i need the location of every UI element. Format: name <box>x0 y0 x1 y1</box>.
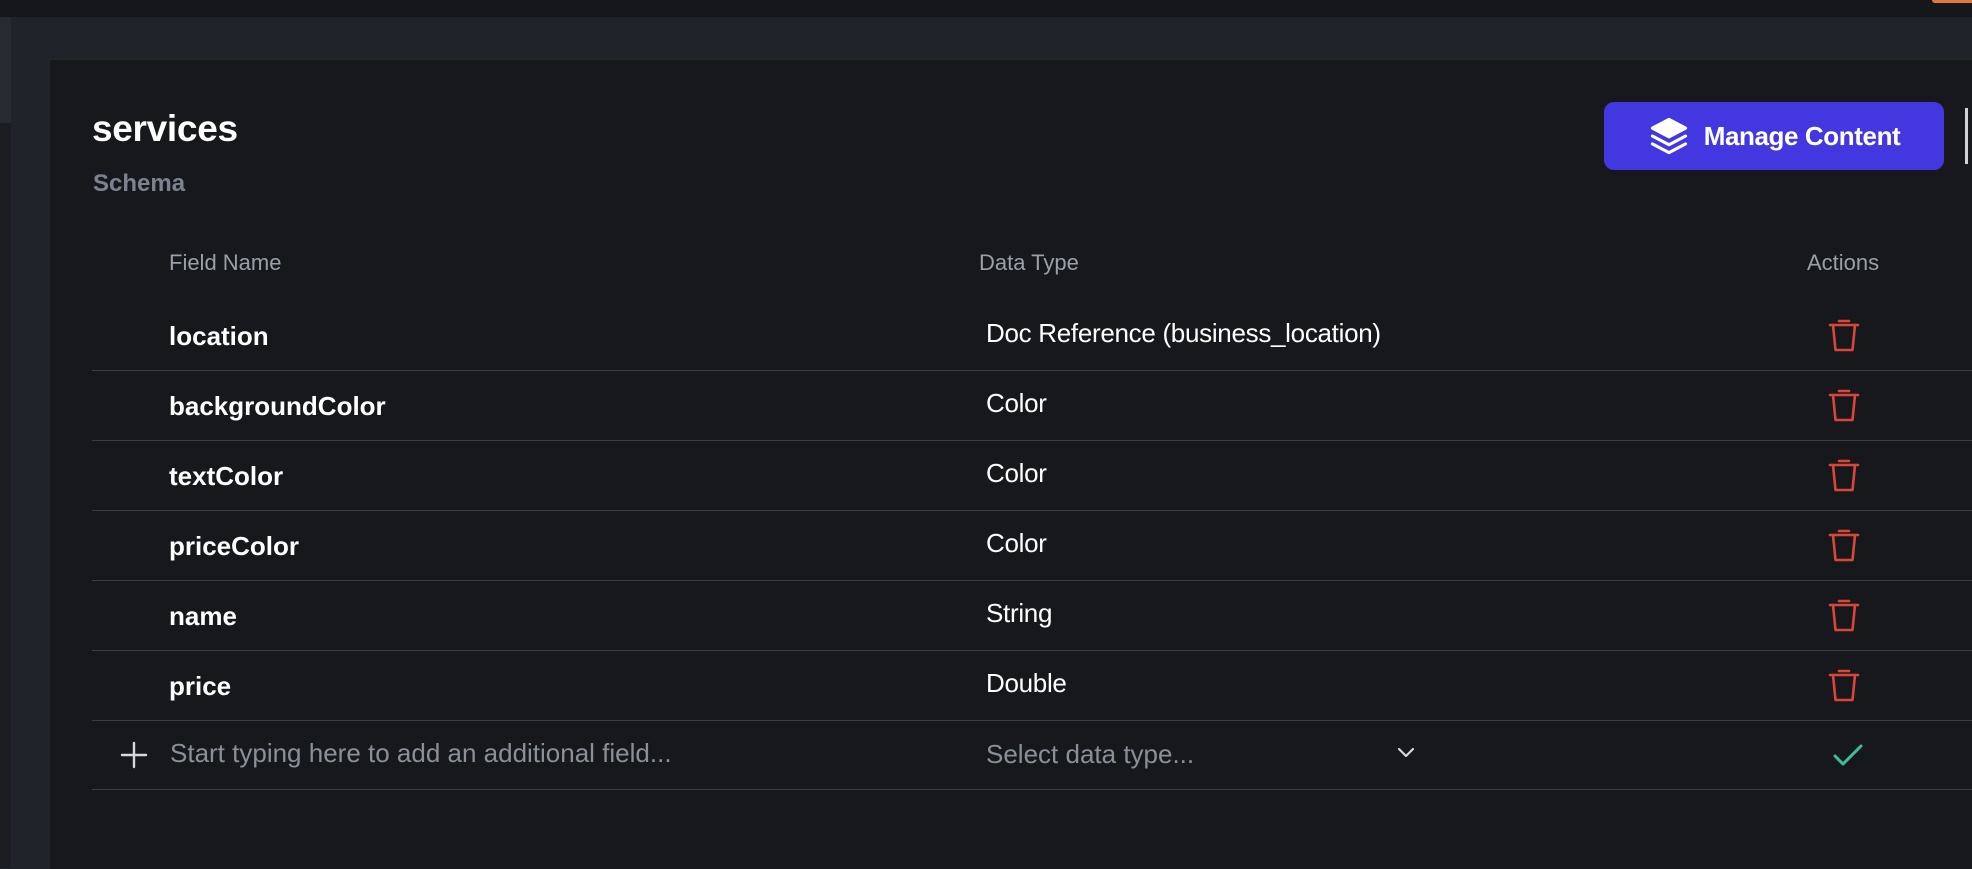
field-name: backgroundColor <box>169 391 386 421</box>
field-data-type: String <box>986 598 1053 628</box>
table-row: priceColor Color <box>92 511 1972 581</box>
table-row: name String <box>92 581 1972 651</box>
table-row: price Double <box>92 651 1972 721</box>
field-data-type: Color <box>986 388 1047 418</box>
table-row: location Doc Reference (business_locatio… <box>92 301 1972 371</box>
column-header-actions: Actions <box>1807 250 1880 275</box>
trash-icon[interactable] <box>1827 386 1861 424</box>
manage-content-button[interactable]: Manage Content <box>1604 102 1944 170</box>
field-data-type: Color <box>986 458 1047 488</box>
check-icon[interactable] <box>1832 742 1864 768</box>
plus-icon[interactable] <box>119 740 149 770</box>
collection-title: services <box>92 108 238 149</box>
panel-edge-mark <box>1965 108 1968 164</box>
chevron-down-icon <box>1397 747 1415 758</box>
left-sidebar-strip <box>0 17 11 868</box>
collection-subtitle: Schema <box>93 170 186 197</box>
column-header-field-name: Field Name <box>169 250 282 275</box>
field-data-type: Double <box>986 668 1067 698</box>
new-field-name-input[interactable] <box>168 733 950 773</box>
trash-icon[interactable] <box>1827 316 1861 354</box>
field-name: location <box>169 321 269 351</box>
left-sidebar-active <box>0 17 11 123</box>
field-name: name <box>169 601 237 631</box>
field-data-type: Doc Reference (business_location) <box>986 318 1381 348</box>
data-type-select[interactable]: Select data type... <box>986 731 1416 775</box>
field-name: priceColor <box>169 531 300 561</box>
column-header-data-type: Data Type <box>979 250 1079 275</box>
add-field-row: Select data type... <box>92 721 1972 790</box>
top-bar-accent <box>1932 0 1972 3</box>
field-name: textColor <box>169 461 284 491</box>
field-data-type: Color <box>986 528 1047 558</box>
field-name: price <box>169 671 232 701</box>
trash-icon[interactable] <box>1827 526 1861 564</box>
trash-icon[interactable] <box>1827 456 1861 494</box>
table-row: textColor Color <box>92 441 1972 511</box>
trash-icon[interactable] <box>1827 596 1861 634</box>
trash-icon[interactable] <box>1827 666 1861 704</box>
layers-icon <box>1650 117 1687 155</box>
data-type-placeholder: Select data type... <box>986 739 1195 769</box>
top-bar <box>0 0 1972 17</box>
manage-content-label: Manage Content <box>1703 120 1901 151</box>
table-row: backgroundColor Color <box>92 371 1972 441</box>
